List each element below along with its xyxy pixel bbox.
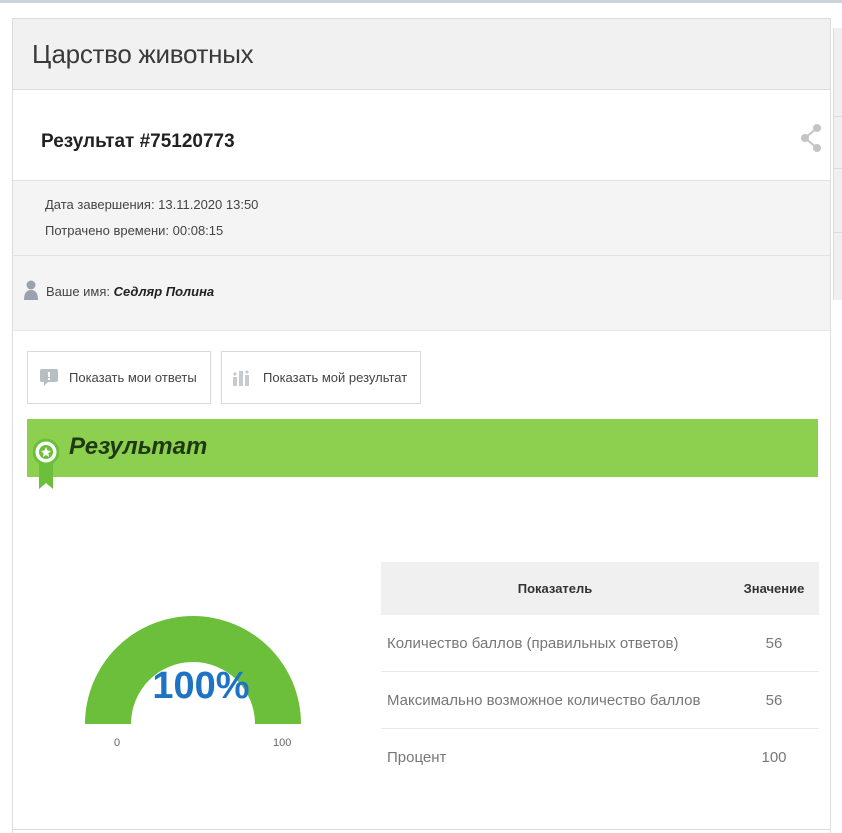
row-value: 56 — [765, 692, 783, 709]
user-name-label: Ваше имя: — [46, 284, 111, 299]
show-result-button[interactable]: Показать мой результат — [221, 351, 421, 404]
row-metric: Процент — [387, 749, 447, 766]
gauge-max-label: 100 — [273, 737, 292, 749]
result-section-title: Результат — [69, 433, 208, 460]
page-title: Царство животных — [32, 39, 254, 69]
gauge-min-label: 0 — [114, 737, 121, 749]
row-metric: Максимально возможное количество баллов — [387, 692, 701, 709]
user-name-line: Ваше имя: Седляр Полина — [46, 284, 214, 299]
result-section-header: Результат — [27, 419, 818, 477]
table-header: Показатель Значение — [381, 562, 819, 615]
window-top-border — [0, 0, 842, 3]
page-header: Царство животных — [13, 19, 830, 90]
result-panel: Царство животных Результат #75120773 Дат… — [12, 18, 831, 833]
show-answers-label: Показать мои ответы — [69, 370, 197, 385]
table-row: Количество баллов (правильных ответов) 5… — [381, 615, 819, 672]
table-row: Максимально возможное количество баллов … — [381, 672, 819, 729]
user-icon — [24, 280, 38, 300]
share-icon[interactable] — [798, 120, 824, 156]
table-row: Процент 100 — [381, 729, 819, 785]
show-result-label: Показать мой результат — [263, 370, 408, 385]
bar-chart-icon — [233, 370, 249, 386]
row-value: 56 — [765, 635, 783, 652]
award-ribbon-icon — [33, 438, 59, 489]
percent-gauge — [85, 616, 301, 724]
result-title: Результат #75120773 — [41, 131, 235, 152]
side-panel-edge — [833, 28, 842, 300]
comment-icon — [40, 369, 58, 386]
header-metric: Показатель — [517, 581, 593, 596]
user-name-value: Седляр Полина — [113, 284, 215, 299]
panel-bottom-divider — [12, 829, 831, 830]
result-header: Результат #75120773 — [13, 90, 830, 181]
gauge-value: 100% — [152, 665, 250, 707]
completion-date: Дата завершения: 13.11.2020 13:50 — [45, 197, 259, 212]
header-value: Значение — [743, 581, 805, 596]
user-info: Ваше имя: Седляр Полина — [13, 256, 830, 331]
time-spent: Потрачено времени: 00:08:15 — [45, 223, 224, 238]
row-value: 100 — [761, 749, 787, 766]
row-metric: Количество баллов (правильных ответов) — [387, 635, 679, 652]
show-answers-button[interactable]: Показать мои ответы — [27, 351, 211, 404]
completion-info: Дата завершения: 13.11.2020 13:50 Потрач… — [13, 181, 830, 256]
